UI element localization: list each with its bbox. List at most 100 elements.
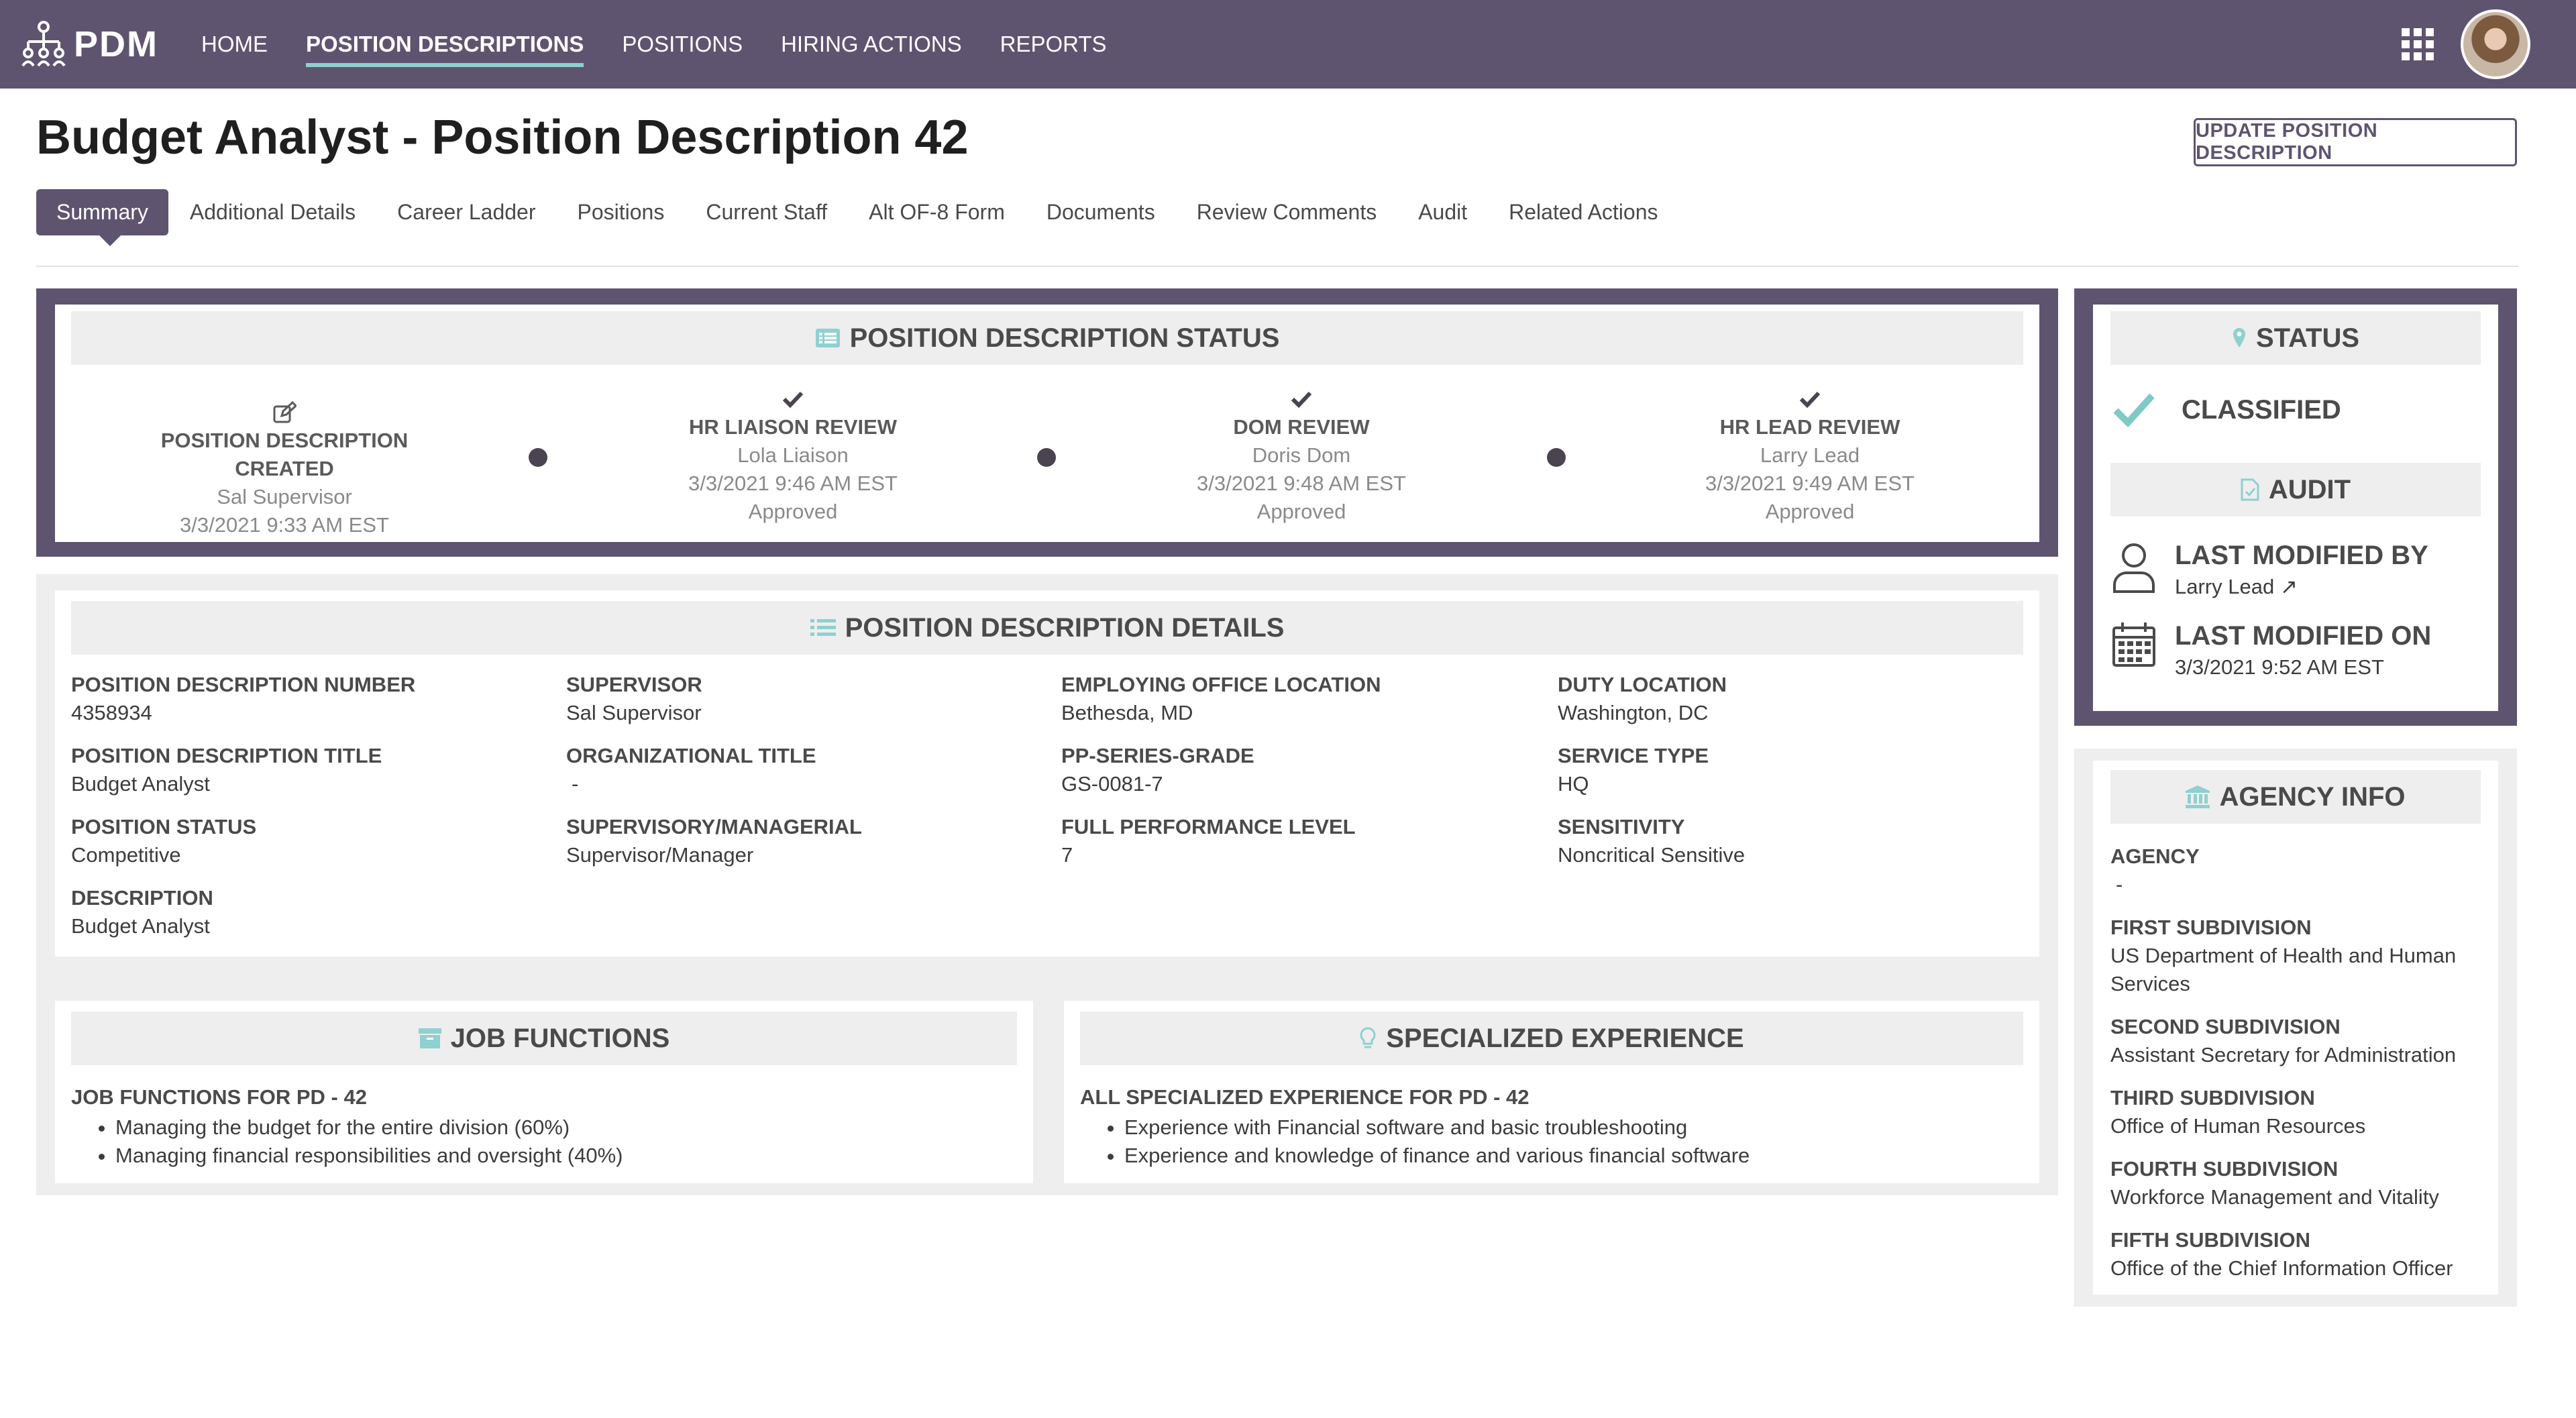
field-first-subdivision: FIRST SUBDIVISION US Department of Healt… xyxy=(2110,916,2457,995)
checkmark-icon xyxy=(2113,393,2155,427)
tab-related-actions[interactable]: Related Actions xyxy=(1509,190,1658,234)
external-link-icon[interactable]: ↗ xyxy=(2280,575,2298,598)
timeline-dot xyxy=(1547,448,1566,467)
status-panel-header: STATUS xyxy=(2110,311,2481,365)
user-avatar[interactable] xyxy=(2461,9,2530,79)
last-modified-by-link[interactable]: Larry Lead ↗ xyxy=(2175,575,2428,599)
field-full-performance-level: FULL PERFORMANCE LEVEL 7 xyxy=(1061,815,1356,867)
status-card: POSITION DESCRIPTION STATUS POSITION DES… xyxy=(55,305,2039,542)
timeline-dot xyxy=(529,448,547,467)
field-pd-title: POSITION DESCRIPTION TITLE Budget Analys… xyxy=(71,744,382,796)
list-icon xyxy=(810,619,836,636)
field-service-type: SERVICE TYPE HQ xyxy=(1558,744,1709,796)
tabs-divider xyxy=(36,266,2518,267)
field-sensitivity: SENSITIVITY Noncritical Sensitive xyxy=(1558,815,1746,867)
list-item: Managing financial responsibilities and … xyxy=(115,1142,623,1170)
top-navigation-bar: PDM HOME POSITION DESCRIPTIONS POSITIONS… xyxy=(0,0,2576,89)
app-logo-text: PDM xyxy=(74,24,158,64)
audit-panel-header: AUDIT xyxy=(2110,463,2481,516)
timeline-dot xyxy=(1037,448,1056,467)
list-item: Experience and knowledge of finance and … xyxy=(1124,1142,1750,1170)
specialized-experience-title: SPECIALIZED EXPERIENCE xyxy=(1386,1023,1744,1053)
nav-hiring-actions[interactable]: HIRING ACTIONS xyxy=(781,0,962,89)
nav-position-descriptions[interactable]: POSITION DESCRIPTIONS xyxy=(306,0,584,89)
check-icon xyxy=(1642,385,1978,413)
app-grid-icon[interactable] xyxy=(2402,28,2434,60)
page-title: Budget Analyst - Position Description 42 xyxy=(36,111,969,164)
status-step-hr-lead-review: HR LEAD REVIEW Larry Lead 3/3/2021 9:49 … xyxy=(1642,385,1978,526)
check-icon xyxy=(1134,385,1469,413)
nav-reports[interactable]: REPORTS xyxy=(1000,0,1107,89)
tab-alt-of8-form[interactable]: Alt OF-8 Form xyxy=(869,190,1005,234)
field-supervisor: SUPERVISOR Sal Supervisor xyxy=(566,673,702,724)
last-modified-on-value: 3/3/2021 9:52 AM EST xyxy=(2175,655,2384,679)
field-second-subdivision: SECOND SUBDIVISION Assistant Secretary f… xyxy=(2110,1015,2457,1067)
field-fifth-subdivision: FIFTH SUBDIVISION Office of the Chief In… xyxy=(2110,1228,2453,1280)
details-card-header: POSITION DESCRIPTION DETAILS xyxy=(71,601,2023,655)
tab-review-comments[interactable]: Review Comments xyxy=(1197,190,1377,234)
field-pd-number: POSITION DESCRIPTION NUMBER 4358934 xyxy=(71,673,416,724)
details-card-title: POSITION DESCRIPTION DETAILS xyxy=(845,612,1285,643)
specialized-experience-list: Experience with Financial software and b… xyxy=(1080,1113,1750,1170)
tab-summary[interactable]: Summary xyxy=(36,189,168,246)
tab-audit[interactable]: Audit xyxy=(1418,190,1467,234)
main-nav: HOME POSITION DESCRIPTIONS POSITIONS HIR… xyxy=(201,0,1145,89)
status-card-title: POSITION DESCRIPTION STATUS xyxy=(849,323,1280,353)
field-pp-series-grade: PP-SERIES-GRADE GS-0081-7 xyxy=(1061,744,1254,796)
last-modified-on-row: LAST MODIFIED ON 3/3/2021 9:52 AM EST xyxy=(2112,621,2431,679)
map-pin-icon xyxy=(2233,328,2245,347)
job-functions-list: Managing the budget for the entire divis… xyxy=(71,1113,623,1170)
status-value: CLASSIFIED xyxy=(2182,394,2341,425)
last-modified-on-label: LAST MODIFIED ON xyxy=(2175,621,2432,651)
field-description: DESCRIPTION Budget Analyst xyxy=(71,886,213,938)
field-employing-office-location: EMPLOYING OFFICE LOCATION Bethesda, MD xyxy=(1061,673,1381,724)
update-position-description-button[interactable]: UPDATE POSITION DESCRIPTION xyxy=(2194,118,2517,166)
details-card: POSITION DESCRIPTION DETAILS POSITION DE… xyxy=(55,590,2039,957)
status-card-header: POSITION DESCRIPTION STATUS xyxy=(71,311,2023,365)
job-functions-subtitle: JOB FUNCTIONS FOR PD - 42 xyxy=(71,1085,367,1109)
status-value-row: CLASSIFIED xyxy=(2113,393,2341,427)
agency-info-card: AGENCY INFO AGENCY - FIRST SUBDIVISION U… xyxy=(2093,761,2498,1295)
tab-positions[interactable]: Positions xyxy=(578,190,665,234)
status-step-dom-review: DOM REVIEW Doris Dom 3/3/2021 9:48 AM ES… xyxy=(1134,385,1469,526)
job-functions-header: JOB FUNCTIONS xyxy=(71,1012,1017,1065)
last-modified-by-row: LAST MODIFIED BY Larry Lead ↗ xyxy=(2112,541,2428,599)
field-supervisory-managerial: SUPERVISORY/MANAGERIAL Supervisor/Manage… xyxy=(566,815,862,867)
lightbulb-icon xyxy=(1360,1027,1376,1048)
agency-info-title: AGENCY INFO xyxy=(2219,781,2406,812)
user-icon xyxy=(2113,543,2155,593)
list-alt-icon xyxy=(815,329,840,347)
app-logo[interactable]: PDM xyxy=(20,19,158,70)
calendar-icon xyxy=(2112,622,2155,667)
field-third-subdivision: THIRD SUBDIVISION Office of Human Resour… xyxy=(2110,1086,2366,1138)
last-modified-by-label: LAST MODIFIED BY xyxy=(2175,541,2428,570)
file-icon xyxy=(2241,478,2259,501)
specialized-experience-subtitle: ALL SPECIALIZED EXPERIENCE FOR PD - 42 xyxy=(1080,1085,1529,1109)
check-icon xyxy=(625,385,961,413)
audit-panel-title: AUDIT xyxy=(2268,474,2351,504)
tab-documents[interactable]: Documents xyxy=(1046,190,1155,234)
nav-positions[interactable]: POSITIONS xyxy=(622,0,743,89)
tab-additional-details[interactable]: Additional Details xyxy=(190,190,356,234)
list-item: Experience with Financial software and b… xyxy=(1124,1113,1750,1142)
list-item: Managing the budget for the entire divis… xyxy=(115,1113,623,1142)
field-position-status: POSITION STATUS Competitive xyxy=(71,815,257,867)
tab-career-ladder[interactable]: Career Ladder xyxy=(397,190,535,234)
specialized-experience-card: SPECIALIZED EXPERIENCE ALL SPECIALIZED E… xyxy=(1064,1001,2039,1183)
status-step-hr-liaison-review: HR LIAISON REVIEW Lola Liaison 3/3/2021 … xyxy=(625,385,961,526)
institution-icon xyxy=(2186,785,2210,808)
specialized-experience-header: SPECIALIZED EXPERIENCE xyxy=(1080,1012,2023,1065)
archive-icon xyxy=(418,1028,441,1048)
field-duty-location: DUTY LOCATION Washington, DC xyxy=(1558,673,1727,724)
topbar-actions xyxy=(2402,9,2530,79)
status-step-created: POSITION DESCRIPTION CREATED Sal Supervi… xyxy=(117,398,452,539)
job-functions-card: JOB FUNCTIONS JOB FUNCTIONS FOR PD - 42 … xyxy=(55,1001,1033,1183)
status-panel-title: STATUS xyxy=(2255,323,2360,353)
nav-home[interactable]: HOME xyxy=(201,0,268,89)
tab-current-staff[interactable]: Current Staff xyxy=(706,190,827,234)
status-audit-card: STATUS CLASSIFIED AUDIT LAST MODIFIED BY… xyxy=(2093,305,2498,711)
org-chart-icon xyxy=(21,21,66,67)
agency-info-header: AGENCY INFO xyxy=(2110,770,2481,824)
section-tabs: Summary Additional Details Career Ladder… xyxy=(36,189,1700,246)
job-functions-title: JOB FUNCTIONS xyxy=(450,1023,670,1053)
